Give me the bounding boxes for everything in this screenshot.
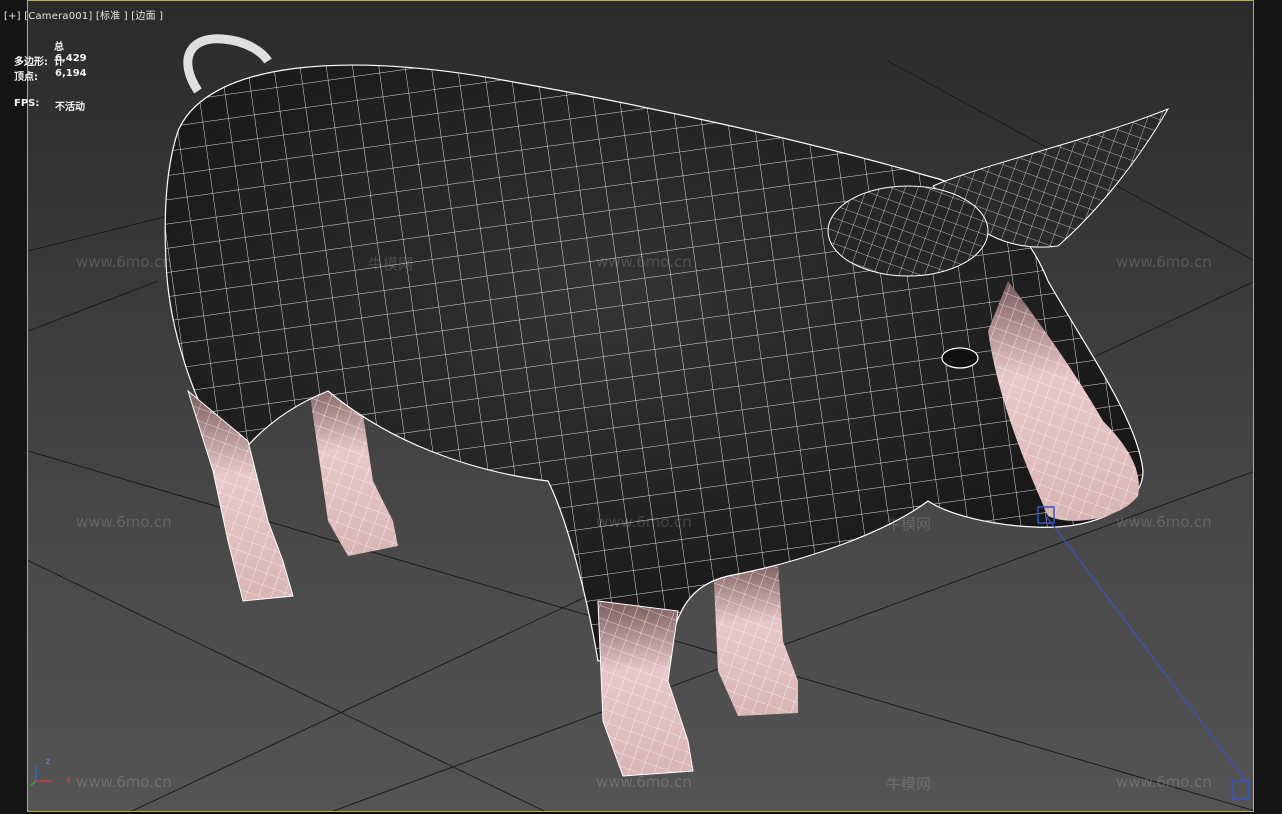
viewport-shading-button[interactable]: [标准 ] [96, 11, 128, 22]
watermark-url: www.6mo.cn [1116, 513, 1212, 531]
axis-gizmo [29, 766, 52, 787]
vertex-count-label: 顶点: [14, 72, 38, 83]
watermark-url: www.6mo.cn [596, 513, 692, 531]
axis-z-label: z [46, 757, 51, 766]
watermark-url: www.6mo.cn [596, 253, 692, 271]
poly-count-label: 多边形: [14, 57, 48, 68]
viewport-edges-button[interactable]: [边面 ] [131, 11, 163, 22]
viewport-menu-button[interactable]: [+] [4, 11, 21, 22]
watermark-brand: 牛模网 [886, 515, 932, 533]
left-toolbar-strip [0, 0, 27, 814]
camera-target-line [1037, 506, 1250, 800]
watermark-url: www.6mo.cn [76, 253, 172, 271]
watermark-url: www.6mo.cn [76, 773, 172, 791]
scene-canvas[interactable] [28, 1, 1254, 812]
poly-count-value: 6,429 [55, 53, 87, 64]
watermark-brand: 牛模网 [368, 255, 414, 273]
watermark-url: www.6mo.cn [1116, 773, 1212, 791]
pig-eye [941, 347, 979, 369]
viewport-camera-button[interactable]: [Camera001] [24, 11, 92, 22]
watermark-url: www.6mo.cn [76, 513, 172, 531]
watermark-url: www.6mo.cn [1116, 253, 1212, 271]
camera-viewport[interactable]: www.6mo.cn 牛模网 www.6mo.cn www.6mo.cn www… [27, 0, 1254, 812]
fps-value: 不活动 [55, 102, 85, 113]
watermark-url: www.6mo.cn [596, 773, 692, 791]
watermark-brand: 牛模网 [886, 775, 932, 793]
viewport-label-bar: [+] [Camera001] [标准 ] [边面 ] [4, 7, 163, 22]
vertex-count-value: 6,194 [55, 68, 87, 79]
axis-x-label: x [66, 775, 71, 784]
right-toolbar-strip [1254, 0, 1282, 814]
fps-label: FPS: [14, 98, 40, 109]
